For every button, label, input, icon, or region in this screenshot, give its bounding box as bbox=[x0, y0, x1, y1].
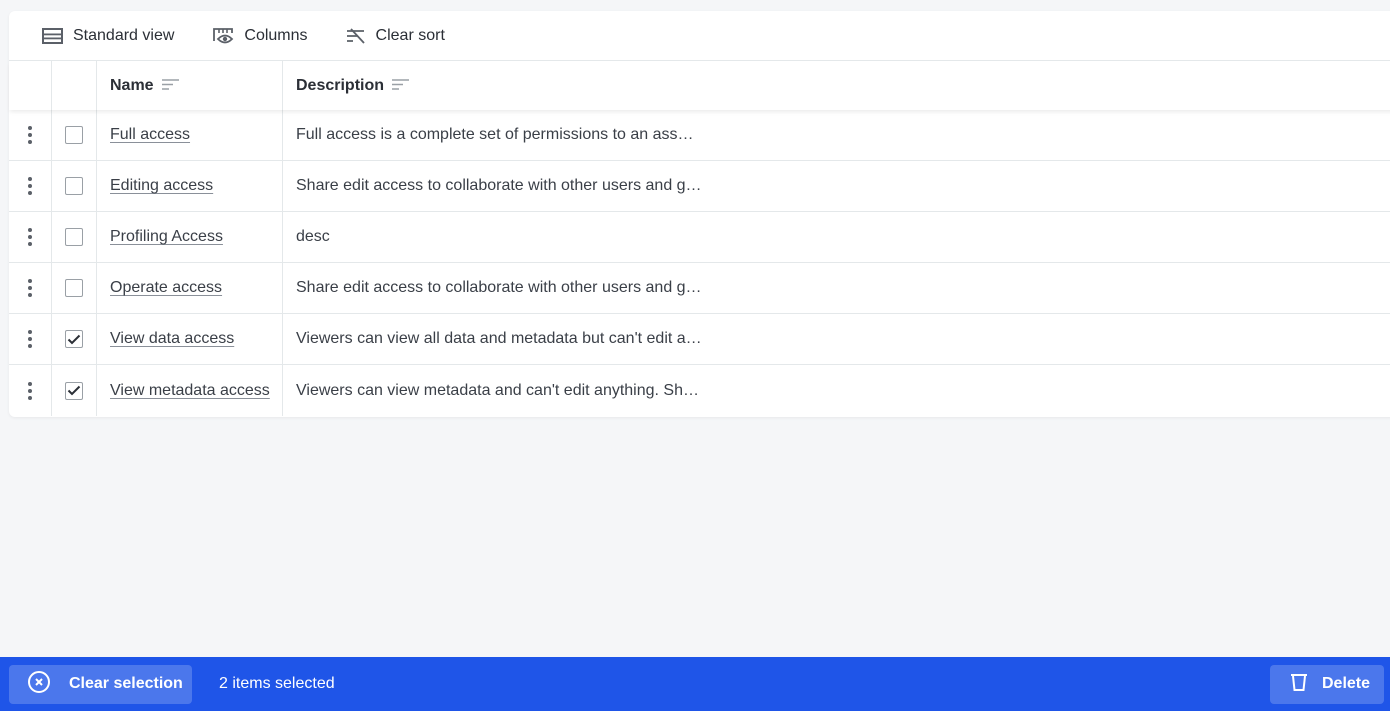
table-toolbar: Standard view Columns Clear sort bbox=[9, 11, 1390, 61]
column-header-description[interactable]: Description bbox=[283, 61, 1390, 110]
permission-description: desc bbox=[296, 228, 330, 245]
permission-description: Share edit access to collaborate with ot… bbox=[296, 177, 702, 194]
name-cell: Editing access bbox=[97, 161, 283, 211]
table-row: Full access Full access is a complete se… bbox=[9, 110, 1390, 161]
row-menu-cell bbox=[9, 110, 52, 160]
row-check-cell bbox=[52, 314, 97, 364]
name-cell: Full access bbox=[97, 110, 283, 160]
row-checkbox[interactable] bbox=[65, 177, 83, 195]
permission-description: Full access is a complete set of permiss… bbox=[296, 126, 694, 143]
permission-name-link[interactable]: View metadata access bbox=[110, 382, 270, 400]
row-menu-cell bbox=[9, 263, 52, 313]
kebab-menu-icon[interactable] bbox=[28, 126, 32, 144]
kebab-menu-icon[interactable] bbox=[28, 177, 32, 195]
name-cell: View metadata access bbox=[97, 365, 283, 416]
row-check-cell bbox=[52, 212, 97, 262]
table-row: View data access Viewers can view all da… bbox=[9, 314, 1390, 365]
trash-icon bbox=[1290, 672, 1308, 697]
table-header-row: Name Description bbox=[9, 61, 1390, 110]
row-check-cell bbox=[52, 161, 97, 211]
row-checkbox[interactable] bbox=[65, 279, 83, 297]
permission-description: Viewers can view all data and metadata b… bbox=[296, 330, 702, 347]
permission-name-link[interactable]: View data access bbox=[110, 330, 234, 348]
row-menu-cell bbox=[9, 161, 52, 211]
column-header-description-label: Description bbox=[296, 76, 385, 94]
permissions-table-card: Standard view Columns Clear sort Name De… bbox=[9, 11, 1390, 417]
table-row: Editing access Share edit access to coll… bbox=[9, 161, 1390, 212]
row-checkbox[interactable] bbox=[65, 228, 83, 246]
table-rows-icon bbox=[42, 27, 63, 44]
permission-name-link[interactable]: Editing access bbox=[110, 177, 213, 195]
row-menu-cell bbox=[9, 314, 52, 364]
clear-selection-label: Clear selection bbox=[69, 675, 183, 692]
description-cell: Viewers can view all data and metadata b… bbox=[283, 314, 1390, 364]
delete-button[interactable]: Delete bbox=[1270, 664, 1384, 704]
name-cell: View data access bbox=[97, 314, 283, 364]
description-cell: Viewers can view metadata and can't edit… bbox=[283, 365, 1390, 416]
standard-view-label: Standard view bbox=[73, 26, 175, 44]
header-check-cell bbox=[52, 61, 97, 110]
header-menu-cell bbox=[9, 61, 52, 110]
clear-sort-icon bbox=[346, 27, 366, 44]
columns-eye-icon bbox=[212, 27, 234, 45]
column-header-name[interactable]: Name bbox=[97, 61, 283, 110]
kebab-menu-icon[interactable] bbox=[28, 381, 32, 400]
columns-label: Columns bbox=[244, 26, 308, 44]
selection-action-bar: Clear selection 2 items selected Delete bbox=[0, 657, 1390, 711]
description-cell: desc bbox=[283, 212, 1390, 262]
row-checkbox[interactable] bbox=[65, 381, 83, 400]
sort-lines-icon[interactable] bbox=[161, 77, 179, 95]
clear-selection-button[interactable]: Clear selection bbox=[9, 664, 192, 704]
permission-name-link[interactable]: Full access bbox=[110, 126, 190, 144]
kebab-menu-icon[interactable] bbox=[28, 279, 32, 297]
description-cell: Full access is a complete set of permiss… bbox=[283, 110, 1390, 160]
row-menu-cell bbox=[9, 212, 52, 262]
clear-sort-label: Clear sort bbox=[375, 26, 445, 44]
checkmark-icon bbox=[67, 334, 81, 344]
table-row: Operate access Share edit access to coll… bbox=[9, 263, 1390, 314]
permission-name-link[interactable]: Operate access bbox=[110, 279, 222, 297]
checkmark-icon bbox=[67, 385, 81, 396]
sort-lines-icon[interactable] bbox=[392, 77, 410, 95]
selected-count: 2 items selected bbox=[219, 675, 335, 692]
row-checkbox[interactable] bbox=[65, 330, 83, 348]
permission-name-link[interactable]: Profiling Access bbox=[110, 228, 223, 246]
table-row: Profiling Access desc bbox=[9, 212, 1390, 263]
standard-view-button[interactable]: Standard view bbox=[42, 20, 174, 52]
row-check-cell bbox=[52, 110, 97, 160]
row-check-cell bbox=[52, 365, 97, 416]
row-menu-cell bbox=[9, 365, 52, 416]
description-cell: Share edit access to collaborate with ot… bbox=[283, 161, 1390, 211]
permissions-table: Name Description Full access Full access… bbox=[9, 61, 1390, 416]
row-check-cell bbox=[52, 263, 97, 313]
clear-sort-button[interactable]: Clear sort bbox=[346, 20, 445, 52]
kebab-menu-icon[interactable] bbox=[28, 228, 32, 246]
name-cell: Profiling Access bbox=[97, 212, 283, 262]
permission-description: Viewers can view metadata and can't edit… bbox=[296, 381, 699, 399]
close-circle-icon bbox=[27, 670, 51, 699]
description-cell: Share edit access to collaborate with ot… bbox=[283, 263, 1390, 313]
column-header-name-label: Name bbox=[110, 76, 154, 94]
delete-label: Delete bbox=[1322, 675, 1371, 692]
table-row: View metadata access Viewers can view me… bbox=[9, 365, 1390, 416]
kebab-menu-icon[interactable] bbox=[28, 330, 32, 348]
permission-description: Share edit access to collaborate with ot… bbox=[296, 279, 702, 296]
name-cell: Operate access bbox=[97, 263, 283, 313]
row-checkbox[interactable] bbox=[65, 126, 83, 144]
columns-button[interactable]: Columns bbox=[212, 20, 308, 52]
